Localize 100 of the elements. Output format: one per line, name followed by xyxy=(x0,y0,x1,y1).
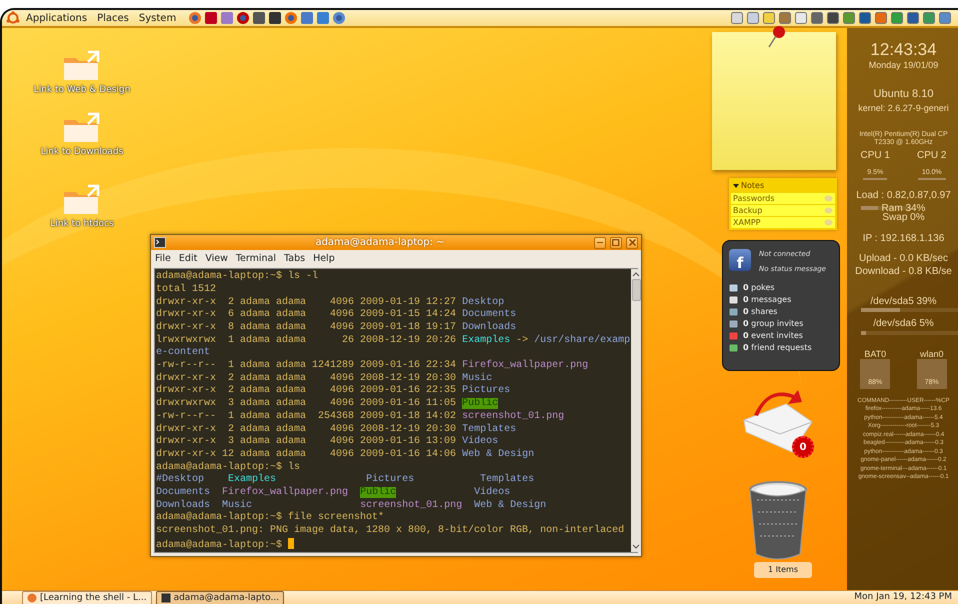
panel-menu[interactable]: Applications xyxy=(22,10,92,26)
close-button[interactable] xyxy=(626,236,638,248)
tray-icon[interactable] xyxy=(842,11,856,25)
maximize-button[interactable] xyxy=(610,236,622,248)
tray-icon[interactable] xyxy=(762,11,776,25)
directory-name: Pictures xyxy=(462,385,510,396)
launcher-icon[interactable] xyxy=(204,11,218,25)
tray-icon[interactable] xyxy=(730,11,744,25)
count-text: 0 friend requests xyxy=(743,342,812,354)
count-text: 0 shares xyxy=(743,306,778,318)
terminal-text: -> xyxy=(516,334,528,346)
directory-name: Documents xyxy=(156,486,210,498)
terminal-text: drwxr-xr-x 2 adama adama 4096 2008-12-19 20:30 xyxy=(156,372,456,384)
terminal-text: -rw-r--r-- 1 adama adama 1241289 2009-01-16 22:34 xyxy=(156,360,456,372)
logo: f xyxy=(729,249,751,271)
launcher-icon[interactable] xyxy=(236,11,250,25)
directory-name: Web & Design xyxy=(474,500,546,511)
scrollbar-thumb[interactable] xyxy=(632,279,641,302)
count-badge: 0 xyxy=(792,436,814,458)
ip-address: IP : 192.168.1.136 xyxy=(862,233,946,245)
directory-name: Music xyxy=(222,500,252,511)
terminal-text: drwxrwxrwx 3 adama adama 4096 2009-01-16 11:05 xyxy=(156,398,456,410)
terminal-text: lrwxrwxrwx 1 adama adama 26 2008-12-19 20:26 xyxy=(156,334,456,346)
terminal-text: drwxr-xr-x 3 adama adama 4096 2009-01-16 13:09 xyxy=(156,436,456,448)
minimize-button[interactable] xyxy=(594,236,606,248)
terminal-text: drwxr-xr-x 12 adama adama 4096 2009-01-16 14:06 xyxy=(156,448,456,460)
menu-item[interactable]: Terminal xyxy=(236,252,276,266)
cpu-label: CPU 2 xyxy=(917,150,946,162)
tray-icon[interactable] xyxy=(906,11,920,25)
menu-item[interactable]: Edit xyxy=(178,252,198,266)
terminal-text: drwxr-xr-x 2 adama adama 4096 2008-12-19 20:30 xyxy=(156,424,456,434)
ram-usage: Ram 34% xyxy=(880,203,926,214)
count-text: 0 pokes xyxy=(743,282,775,294)
kernel-version: kernel: 2.6.27-9-generi xyxy=(857,102,950,113)
disk-usage: /dev/sda5 39% xyxy=(869,296,938,308)
window-title: adama@adama-laptop: ~ xyxy=(314,236,446,250)
tray-icon[interactable] xyxy=(746,11,760,25)
tray-icon[interactable] xyxy=(890,11,904,25)
file-name: Firefox_wallpaper.png xyxy=(222,486,348,498)
file-name: screenshot_01.png xyxy=(360,500,462,511)
taskbar-button[interactable]: [Learning the shell - L... xyxy=(22,591,152,604)
directory-name: /usr/share/examp xyxy=(534,334,630,346)
terminal-text: -rw-r--r-- 1 adama adama 254368 2009-01-18 14:02 xyxy=(156,410,456,422)
os-name: Ubuntu 8.10 xyxy=(872,88,934,101)
directory-name: Pictures xyxy=(366,474,414,486)
scrollbar[interactable] xyxy=(631,269,642,552)
directory-name: Downloads xyxy=(462,322,516,333)
launcher-icon[interactable] xyxy=(268,11,282,25)
tray-icon[interactable] xyxy=(778,11,792,25)
terminal-text: drwxr-xr-x 8 adama adama 4096 2009-01-18 19:17 xyxy=(156,322,456,333)
tray-icon[interactable] xyxy=(858,11,872,25)
tray-icon[interactable] xyxy=(810,11,824,25)
item-count: 1 Items xyxy=(754,562,812,578)
date: Monday 19/01/09 xyxy=(868,60,940,70)
directory-name: Public xyxy=(360,486,396,498)
count-text: 0 messages xyxy=(743,294,792,306)
maximize-icon xyxy=(612,238,620,246)
expand-triangle-icon[interactable] xyxy=(733,183,739,189)
tray-icon[interactable] xyxy=(794,11,808,25)
launcher-icon[interactable] xyxy=(332,11,346,25)
tray-icon[interactable] xyxy=(922,11,936,25)
load-average: Load : 0.82,0.87,0.97 xyxy=(855,190,952,202)
count-text: 0 group invites xyxy=(743,318,804,330)
directory-name: e-content xyxy=(156,347,210,358)
terminal-text: adama@adama-laptop:~$ xyxy=(156,540,282,551)
symlink-name: Examples xyxy=(462,334,510,346)
trash-can-icon[interactable] xyxy=(747,480,809,560)
menu-item[interactable]: File xyxy=(155,252,171,266)
file-name: screenshot_01.png xyxy=(462,410,564,422)
logo-icon[interactable] xyxy=(6,11,20,25)
cpu-label: CPU 1 xyxy=(860,150,890,162)
terminal-text: adama@adama-laptop:~$ file screenshot* xyxy=(156,512,384,524)
panel-menu[interactable]: System xyxy=(134,10,180,26)
clock[interactable]: Mon Jan 19, 12:43 PM xyxy=(854,591,952,604)
directory-name: Desktop xyxy=(462,296,504,308)
menu-item[interactable]: Help xyxy=(313,252,335,266)
directory-name: Downloads xyxy=(156,500,210,511)
meter-label: wlan0 xyxy=(920,348,944,359)
directory-name: Music xyxy=(462,372,492,384)
tray-icon[interactable] xyxy=(826,11,840,25)
download-speed: Download - 0.8 KB/se xyxy=(854,266,953,278)
terminal-text: total 1512 xyxy=(156,284,216,295)
terminal-text: drwxr-xr-x 2 adama adama 4096 2009-01-19 12:27 xyxy=(156,296,456,308)
widget-title: Notes xyxy=(741,180,764,192)
menu-item[interactable]: Tabs xyxy=(284,252,306,266)
note-title: Passwords xyxy=(733,192,775,204)
launcher-icon[interactable] xyxy=(252,11,266,25)
panel-menu[interactable]: Places xyxy=(93,10,133,26)
minimize-icon xyxy=(597,242,603,244)
disk-usage: /dev/sda6 5% xyxy=(872,318,935,330)
tray-icon[interactable] xyxy=(874,11,888,25)
terminal-text: drwxr-xr-x 6 adama adama 4096 2009-01-15 14:24 xyxy=(156,309,456,320)
menu-item[interactable]: View xyxy=(205,252,228,266)
taskbar-button[interactable]: adama@adama-lapto... xyxy=(156,591,284,604)
launcher-icon[interactable] xyxy=(284,11,298,25)
terminal-text: adama@adama-laptop:~$ ls -l xyxy=(156,271,318,282)
directory-name: Web & Design xyxy=(462,448,534,460)
note-title: Backup xyxy=(733,204,762,216)
launcher-icon[interactable] xyxy=(188,11,202,25)
tray-icon[interactable] xyxy=(938,11,952,25)
